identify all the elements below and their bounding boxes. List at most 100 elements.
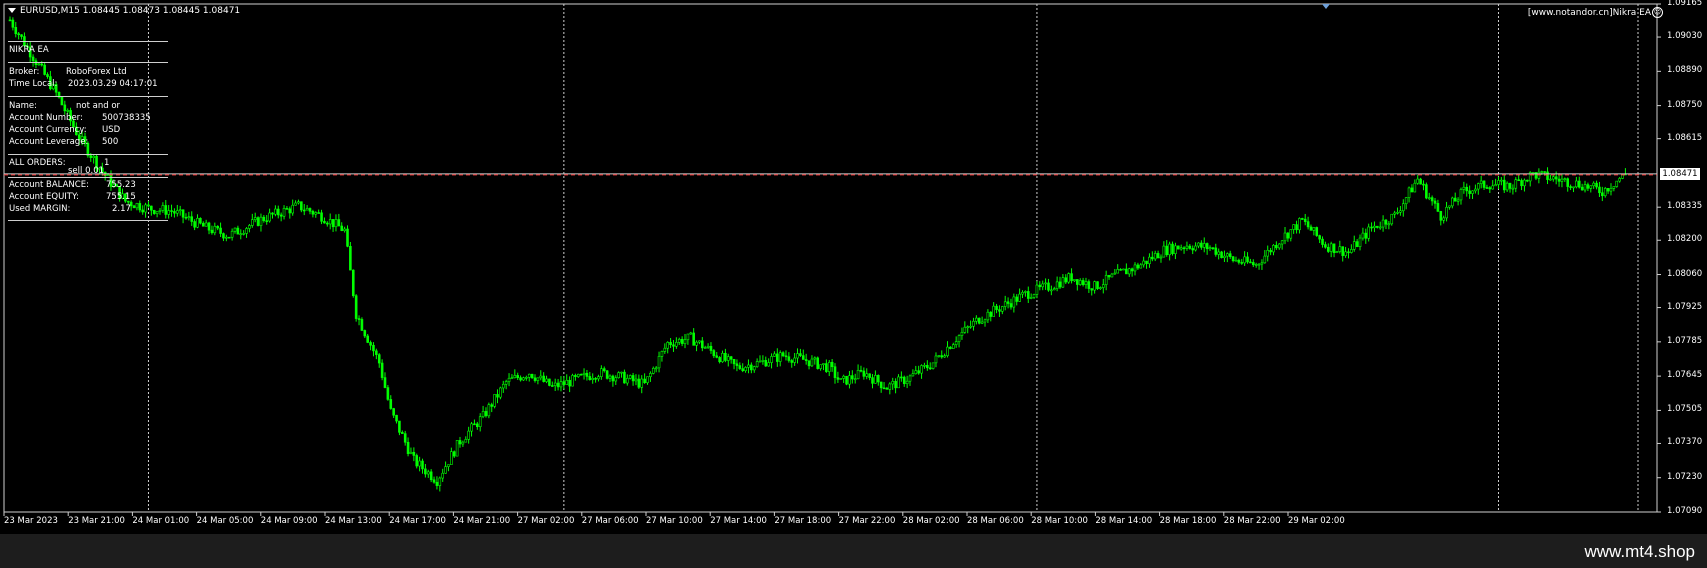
candle-body bbox=[530, 373, 534, 379]
candle-body bbox=[1003, 301, 1007, 307]
candle-body bbox=[320, 212, 323, 222]
candle-body bbox=[242, 233, 245, 235]
candle-body bbox=[1465, 186, 1469, 192]
candle-body bbox=[1381, 219, 1385, 228]
candle-body bbox=[983, 319, 987, 323]
candle-body bbox=[897, 376, 900, 389]
candle-body bbox=[1168, 243, 1171, 256]
account-number-row: Account Number: 500738335 bbox=[8, 112, 168, 124]
candle-body bbox=[637, 378, 641, 388]
candle-body bbox=[1551, 176, 1555, 180]
candle-body bbox=[807, 360, 811, 367]
candle-body bbox=[689, 332, 693, 335]
price-chart[interactable] bbox=[0, 0, 1707, 568]
candle-body bbox=[770, 356, 773, 363]
candle-body bbox=[1468, 190, 1471, 194]
candle-body bbox=[1076, 279, 1079, 285]
candle-body bbox=[911, 373, 915, 377]
candle-body bbox=[747, 364, 750, 368]
candle-body bbox=[441, 472, 444, 479]
candle-body bbox=[848, 375, 851, 385]
candle-body bbox=[337, 219, 341, 227]
candle-body bbox=[1101, 284, 1105, 288]
y-tick-label: 1.09030 bbox=[1667, 31, 1703, 42]
candle-body bbox=[1505, 182, 1509, 191]
candle-body bbox=[340, 225, 344, 232]
candle-body bbox=[810, 358, 814, 367]
candle-body bbox=[1543, 171, 1546, 173]
candle-body bbox=[833, 366, 837, 378]
candle-body bbox=[1358, 237, 1362, 247]
footer-site: www.mt4.shop bbox=[1584, 542, 1695, 561]
candle-body bbox=[507, 377, 511, 382]
candle-body bbox=[297, 201, 300, 204]
x-tick-label: 28 Mar 18:00 bbox=[1159, 516, 1217, 526]
y-tick-label: 1.08750 bbox=[1667, 99, 1703, 110]
candle-body bbox=[1566, 178, 1570, 187]
candle-body bbox=[225, 236, 228, 239]
candle-body bbox=[1589, 185, 1593, 189]
candle-body bbox=[1107, 274, 1111, 278]
candle-body bbox=[1546, 171, 1549, 180]
candle-body bbox=[285, 208, 289, 210]
current-price-line bbox=[4, 4, 1657, 176]
x-tick-label: 28 Mar 14:00 bbox=[1095, 516, 1153, 526]
candle-body bbox=[369, 342, 372, 346]
candle-body bbox=[986, 311, 990, 321]
candle-body bbox=[401, 432, 404, 434]
candle-body bbox=[375, 350, 378, 355]
candle-body bbox=[585, 372, 589, 377]
candle-body bbox=[1272, 244, 1275, 253]
x-tick-label: 27 Mar 14:00 bbox=[710, 516, 767, 526]
candle-body bbox=[1015, 296, 1019, 302]
candle-body bbox=[1401, 203, 1405, 212]
candle-body bbox=[1370, 226, 1373, 229]
symbol-info: EURUSD,M15 1.08445 1.08473 1.08445 1.084… bbox=[20, 6, 241, 16]
candle-body bbox=[398, 420, 401, 433]
candle-body bbox=[276, 208, 280, 216]
candle-body bbox=[874, 375, 877, 384]
candle-body bbox=[801, 355, 805, 360]
candle-body bbox=[553, 382, 557, 386]
candle-body bbox=[879, 381, 883, 389]
balance-value: 755.23 bbox=[106, 180, 136, 190]
candle-body bbox=[1609, 188, 1613, 192]
candle-body bbox=[1087, 281, 1091, 289]
candle-body bbox=[1243, 256, 1246, 264]
candle-body bbox=[1572, 186, 1575, 189]
candle-body bbox=[527, 373, 531, 378]
candle-body bbox=[1373, 225, 1376, 228]
candle-body bbox=[210, 229, 214, 234]
candle-body bbox=[363, 330, 367, 337]
symbol-header[interactable]: EURUSD,M15 1.08445 1.08473 1.08445 1.084… bbox=[8, 6, 240, 16]
candle-body bbox=[1404, 197, 1408, 205]
x-tick-label: 24 Mar 13:00 bbox=[325, 516, 382, 526]
candle-body bbox=[328, 219, 332, 225]
candle-body bbox=[1231, 256, 1235, 262]
y-tick-label: 1.07645 bbox=[1667, 370, 1703, 381]
candle-body bbox=[8, 19, 12, 22]
candle-body bbox=[331, 219, 335, 228]
candle-body bbox=[1139, 264, 1143, 269]
candle-body bbox=[1070, 273, 1073, 282]
smiley-icon[interactable]: ☺ bbox=[1652, 7, 1663, 18]
candle-body bbox=[1038, 284, 1042, 288]
candle-body bbox=[536, 377, 540, 381]
candle-body bbox=[623, 371, 626, 384]
candle-body bbox=[972, 320, 975, 327]
candle-body bbox=[966, 326, 970, 329]
candle-body bbox=[634, 378, 638, 382]
candle-body bbox=[351, 269, 355, 296]
candle-body bbox=[1318, 235, 1321, 240]
candle-body bbox=[657, 356, 661, 369]
candle-body bbox=[467, 430, 470, 440]
account-number-label: Account Number: bbox=[9, 113, 83, 123]
candle-body bbox=[1603, 188, 1607, 197]
candle-body bbox=[885, 387, 889, 390]
y-tick-label: 1.08615 bbox=[1667, 132, 1703, 143]
triangle-down-icon[interactable] bbox=[8, 8, 16, 13]
candle-body bbox=[1217, 251, 1220, 255]
candle-body bbox=[784, 355, 788, 358]
candle-body bbox=[1456, 199, 1460, 202]
margin-value: 2.17 bbox=[112, 204, 131, 214]
